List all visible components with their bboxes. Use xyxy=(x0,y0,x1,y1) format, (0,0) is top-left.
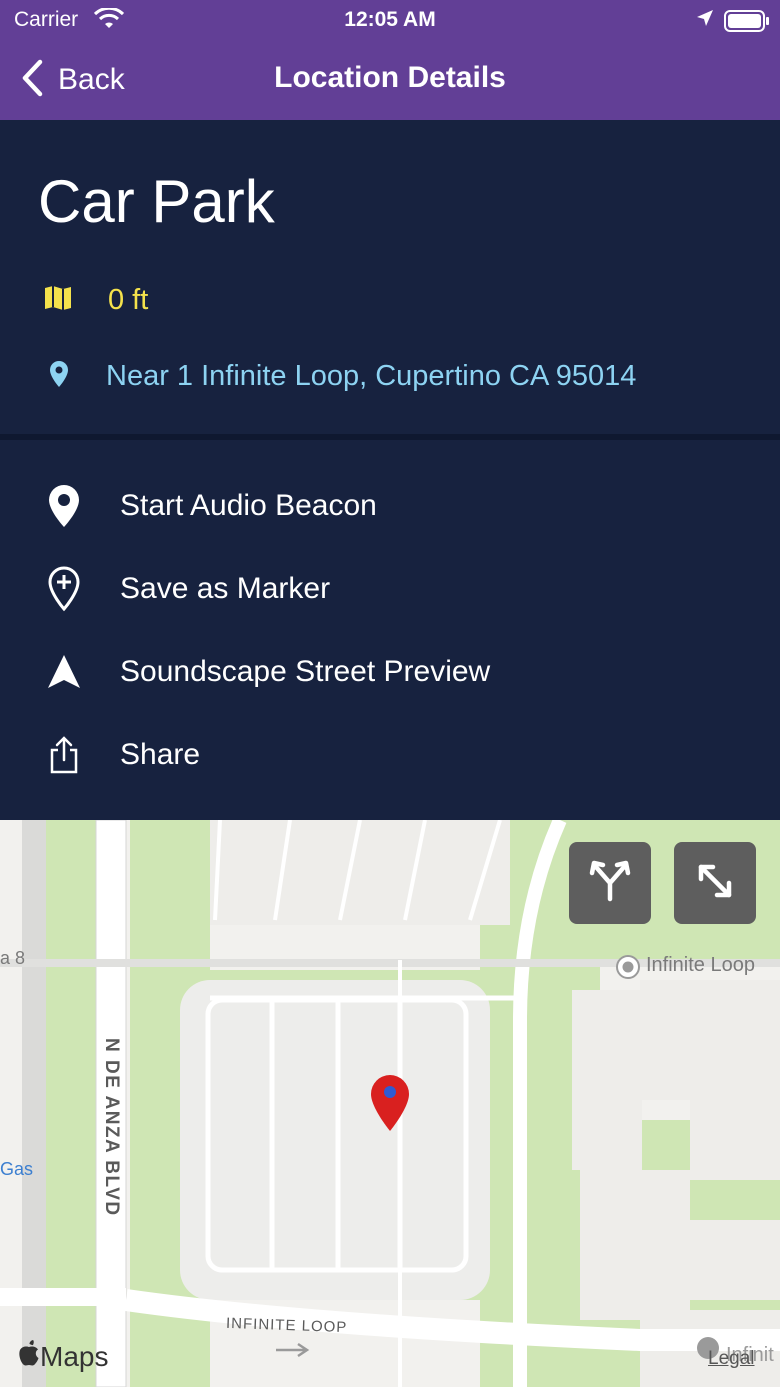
fork-arrow-icon xyxy=(588,859,632,908)
street-label-vertical: N DE ANZA BLVD xyxy=(101,1038,122,1217)
apple-logo-icon xyxy=(18,1340,40,1373)
apple-maps-logo: Maps xyxy=(18,1340,108,1373)
address-row: Near 1 Infinite Loop, Cupertino CA 95014 xyxy=(48,356,636,396)
map-pin-icon xyxy=(32,484,96,528)
share-button[interactable]: Share xyxy=(0,720,780,790)
location-pin-icon xyxy=(48,360,70,393)
action-label: Save as Marker xyxy=(120,572,331,605)
action-label: Share xyxy=(120,738,201,771)
navigation-bar: Carrier 12:05 AM Back Location Details xyxy=(0,0,780,120)
expand-map-button[interactable] xyxy=(674,842,756,924)
page-title: Location Details xyxy=(274,61,506,94)
map-view[interactable]: N DE ANZA BLVD INFINITE LOOP Infinite Lo… xyxy=(0,820,780,1387)
section-divider xyxy=(0,434,780,440)
location-marker-pin[interactable] xyxy=(369,1073,411,1138)
share-icon xyxy=(32,736,96,774)
start-audio-beacon-button[interactable]: Start Audio Beacon xyxy=(0,471,780,541)
distance-row: 0 ft xyxy=(44,280,148,320)
expand-icon xyxy=(693,859,737,908)
navigation-arrow-icon xyxy=(32,654,96,690)
add-marker-icon xyxy=(32,566,96,612)
status-bar: Carrier 12:05 AM xyxy=(0,0,780,40)
map-edge-label: Gas xyxy=(0,1159,34,1179)
status-time: 12:05 AM xyxy=(344,8,436,31)
save-as-marker-button[interactable]: Save as Marker xyxy=(0,554,780,624)
maps-attribution: Maps xyxy=(40,1340,109,1372)
battery-icon xyxy=(724,10,770,38)
action-label: Start Audio Beacon xyxy=(120,489,377,522)
poi-label: Infinite Loop xyxy=(646,954,755,976)
address-text: Near 1 Infinite Loop, Cupertino CA 95014 xyxy=(106,359,637,392)
map-edge-label: a 8 xyxy=(0,948,26,968)
street-preview-button[interactable]: Soundscape Street Preview xyxy=(0,637,780,707)
action-label: Soundscape Street Preview xyxy=(120,655,491,688)
location-services-icon xyxy=(695,8,715,34)
map-icon xyxy=(44,285,72,316)
distance-value: 0 ft xyxy=(108,283,149,316)
legal-link[interactable]: Legal xyxy=(708,1348,755,1370)
location-name: Car Park xyxy=(38,168,275,235)
directions-button[interactable] xyxy=(569,842,651,924)
